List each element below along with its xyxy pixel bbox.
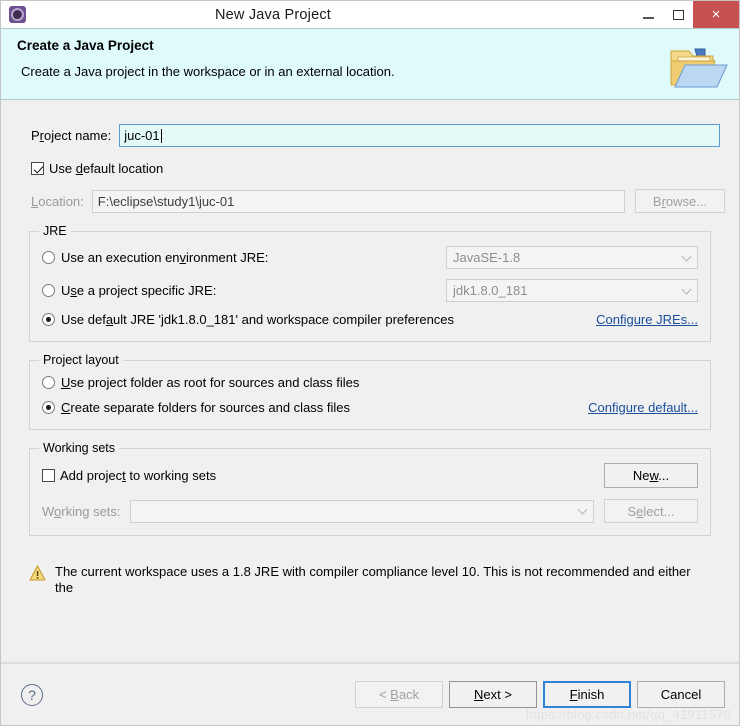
project-specific-jre-combo[interactable]: jdk1.8.0_181 — [446, 279, 698, 302]
title-bar: New Java Project × — [1, 1, 739, 28]
location-input[interactable]: F:\eclipse\study1\juc-01 — [91, 189, 625, 213]
add-to-working-sets-row: Add project to working sets New... — [42, 463, 698, 488]
new-working-set-button[interactable]: New... — [604, 463, 698, 488]
jre-group-legend: JRE — [39, 224, 71, 238]
project-name-label: Project name: — [31, 128, 112, 143]
close-icon: × — [711, 6, 721, 23]
project-name-row: Project name: juc-01 — [15, 124, 725, 147]
next-label: Next > — [474, 687, 512, 702]
page-description: Create a Java project in the workspace o… — [21, 64, 395, 79]
add-to-working-sets-label: Add project to working sets — [60, 468, 217, 483]
dialog-body: Project name: juc-01 Use default locatio… — [1, 100, 739, 663]
cancel-label: Cancel — [660, 687, 702, 702]
working-sets-row: Working sets: Select... — [42, 499, 698, 523]
project-name-input[interactable]: juc-01 — [119, 124, 720, 147]
maximize-button[interactable] — [663, 1, 693, 28]
select-working-set-button[interactable]: Select... — [604, 499, 698, 523]
layout-option-project-folder[interactable]: Use project folder as root for sources a… — [42, 375, 698, 390]
configure-jres-link[interactable]: Configure JREs... — [596, 312, 698, 327]
java-project-folder-icon — [665, 37, 729, 93]
project-specific-jre-value: jdk1.8.0_181 — [453, 283, 528, 298]
warning-text: The current workspace uses a 1.8 JRE wit… — [55, 564, 691, 595]
gear-icon — [8, 6, 26, 23]
maximize-icon — [672, 9, 684, 20]
new-working-set-label: New... — [632, 468, 670, 483]
execution-environment-combo[interactable]: JavaSE-1.8 — [446, 246, 698, 269]
footer-buttons: < Back Next > Finish Cancel — [355, 681, 725, 708]
use-default-location-label: Use default location — [49, 161, 164, 176]
layout-option-separate-folders[interactable]: Create separate folders for sources and … — [42, 400, 698, 415]
back-label: < Back — [378, 687, 420, 702]
jre-option-default[interactable]: Use default JRE 'jdk1.8.0_181' and works… — [42, 312, 698, 327]
project-layout-legend: Project layout — [39, 353, 123, 367]
jre-option-execution-environment[interactable]: Use an execution environment JRE: JavaSE… — [42, 246, 698, 269]
jre-default-label: Use default JRE 'jdk1.8.0_181' and works… — [61, 312, 455, 327]
use-default-location-row[interactable]: Use default location — [15, 161, 725, 176]
jre-execution-environment-label: Use an execution environment JRE: — [61, 250, 269, 265]
layout-separate-folders-radio[interactable] — [42, 401, 55, 414]
chevron-down-icon — [681, 284, 692, 295]
close-button[interactable]: × — [693, 1, 739, 28]
finish-label: Finish — [569, 687, 605, 702]
warning-message: The current workspace uses a 1.8 JRE wit… — [29, 556, 711, 595]
execution-environment-value: JavaSE-1.8 — [453, 250, 521, 265]
chevron-down-icon — [577, 504, 588, 515]
layout-project-folder-radio[interactable] — [42, 376, 55, 389]
location-value: F:\eclipse\study1\juc-01 — [97, 193, 235, 209]
new-java-project-dialog: New Java Project × Create a Java Project… — [0, 0, 740, 726]
chevron-down-icon — [681, 251, 692, 262]
working-sets-group: Working sets Add project to working sets… — [29, 441, 711, 536]
project-name-value: juc-01 — [124, 128, 160, 143]
browse-label: Browse... — [652, 193, 708, 209]
layout-project-folder-label: Use project folder as root for sources a… — [61, 375, 360, 390]
minimize-icon — [642, 16, 654, 19]
jre-execution-environment-radio[interactable] — [42, 251, 55, 264]
jre-project-specific-label: Use a project specific JRE: — [61, 283, 217, 298]
watermark: https://blog.csdn.net/qq_41911570 — [525, 707, 731, 722]
window-controls: × — [633, 1, 739, 28]
wizard-header: Create a Java Project Create a Java proj… — [1, 28, 739, 100]
back-button[interactable]: < Back — [355, 681, 443, 708]
add-to-working-sets-checkbox[interactable] — [42, 469, 55, 482]
jre-option-project-specific[interactable]: Use a project specific JRE: jdk1.8.0_181 — [42, 279, 698, 302]
jre-group: JRE Use an execution environment JRE: Ja… — [29, 224, 711, 342]
jre-project-specific-radio[interactable] — [42, 284, 55, 297]
app-icon — [1, 1, 33, 28]
text-caret — [160, 128, 162, 143]
browse-button[interactable]: Browse... — [635, 189, 725, 213]
warning-triangle-icon — [29, 565, 46, 581]
working-sets-combo[interactable] — [129, 499, 594, 523]
dialog-footer: ? < Back Next > Finish Cancel https://bl… — [1, 663, 739, 725]
next-button[interactable]: Next > — [449, 681, 537, 708]
configure-default-link[interactable]: Configure default... — [588, 400, 698, 415]
minimize-button[interactable] — [633, 1, 663, 28]
window-title: New Java Project — [214, 6, 332, 23]
project-layout-group: Project layout Use project folder as roo… — [29, 353, 711, 430]
jre-default-radio[interactable] — [42, 313, 55, 326]
location-label: Location: — [31, 193, 84, 209]
select-working-set-label: Select... — [627, 503, 675, 519]
cancel-button[interactable]: Cancel — [637, 681, 725, 708]
use-default-location-checkbox[interactable] — [31, 162, 44, 175]
page-title: Create a Java Project — [17, 38, 154, 53]
working-sets-label: Working sets: — [42, 503, 121, 519]
layout-separate-folders-label: Create separate folders for sources and … — [61, 400, 351, 415]
finish-button[interactable]: Finish — [543, 681, 631, 708]
help-icon[interactable]: ? — [21, 683, 43, 706]
location-row: Location: F:\eclipse\study1\juc-01 Brows… — [15, 189, 725, 213]
working-sets-legend: Working sets — [39, 441, 120, 455]
